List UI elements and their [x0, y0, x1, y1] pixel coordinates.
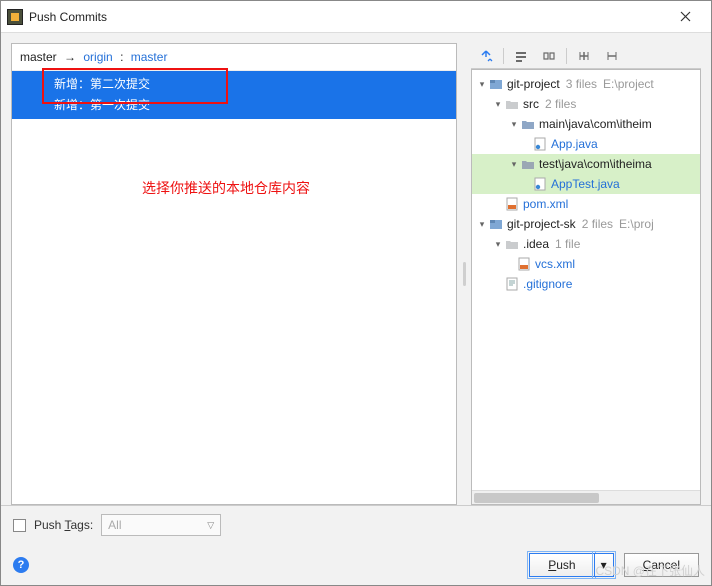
- push-tags-label: Push Tags:: [34, 518, 93, 532]
- window-title: Push Commits: [29, 10, 665, 24]
- node-label: .idea: [523, 237, 549, 251]
- node-meta: 3 files: [566, 77, 597, 91]
- project-icon: [488, 216, 504, 232]
- files-toolbar: [471, 43, 701, 69]
- node-label: git-project: [507, 77, 560, 91]
- push-tags-row: Push Tags: All ▽: [13, 514, 699, 536]
- close-button[interactable]: [665, 3, 705, 31]
- colon: :: [120, 50, 123, 64]
- arrow-icon: →: [64, 50, 76, 64]
- branch-line[interactable]: master → origin : master: [12, 44, 456, 71]
- commit-item[interactable]: 新增：第一次提交: [12, 94, 456, 115]
- separator: [566, 48, 567, 64]
- node-meta: E:\proj: [619, 217, 654, 231]
- commit-list: 新增：第二次提交 新增：第一次提交: [12, 71, 456, 119]
- chevron-down-icon[interactable]: ▾: [476, 79, 488, 90]
- node-label: main\java\com\itheim: [539, 117, 652, 131]
- push-button[interactable]: Push: [529, 553, 593, 577]
- file-tree[interactable]: ▾ git-project 3 files E:\project ▾ src 2…: [471, 69, 701, 505]
- content-area: master → origin : master 新增：第二次提交 新增：第一次…: [1, 33, 711, 505]
- tree-node-file[interactable]: pom.xml: [472, 194, 700, 214]
- tree-node-folder[interactable]: ▾ test\java\com\itheima: [472, 154, 700, 174]
- tree-node-folder[interactable]: ▾ main\java\com\itheim: [472, 114, 700, 134]
- splitter[interactable]: [461, 43, 467, 505]
- remote-name: origin: [83, 50, 112, 64]
- xml-file-icon: [516, 256, 532, 272]
- java-file-icon: [532, 176, 548, 192]
- separator: [503, 48, 504, 64]
- collapse-tree-icon[interactable]: [601, 46, 623, 66]
- project-icon: [488, 76, 504, 92]
- node-meta: 2 files: [545, 97, 576, 111]
- collapse-icon[interactable]: [510, 46, 532, 66]
- xml-file-icon: [504, 196, 520, 212]
- node-meta: 1 file: [555, 237, 580, 251]
- node-label: AppTest.java: [551, 177, 620, 191]
- push-dropdown-button[interactable]: ▾: [594, 553, 614, 577]
- expand-tree-icon[interactable]: [573, 46, 595, 66]
- chevron-down-icon[interactable]: ▾: [492, 239, 504, 250]
- scrollbar-thumb[interactable]: [474, 493, 599, 503]
- push-commits-dialog: Push Commits master → origin : master 新增…: [0, 0, 712, 586]
- text-file-icon: [504, 276, 520, 292]
- push-tags-checkbox[interactable]: [13, 519, 26, 532]
- folder-icon: [520, 116, 536, 132]
- node-label: vcs.xml: [535, 257, 575, 271]
- node-label: src: [523, 97, 539, 111]
- button-row: ? Push ▾ Cancel: [13, 553, 699, 577]
- combo-value: All: [108, 518, 121, 532]
- folder-icon: [520, 156, 536, 172]
- tree-node-project[interactable]: ▾ git-project 3 files E:\project: [472, 74, 700, 94]
- push-button-group: Push ▾: [529, 553, 613, 577]
- horizontal-scrollbar[interactable]: [472, 490, 700, 504]
- app-icon: [7, 9, 23, 25]
- group-by-icon[interactable]: [538, 46, 560, 66]
- node-label: pom.xml: [523, 197, 568, 211]
- tree-node-file[interactable]: .gitignore: [472, 274, 700, 294]
- files-pane: ▾ git-project 3 files E:\project ▾ src 2…: [471, 43, 701, 505]
- chevron-down-icon[interactable]: ▾: [508, 119, 520, 130]
- node-meta: 2 files: [582, 217, 613, 231]
- folder-icon: [504, 96, 520, 112]
- annotation-text: 选择你推送的本地仓库内容: [142, 178, 310, 198]
- tree-node-folder[interactable]: ▾ src 2 files: [472, 94, 700, 114]
- local-branch: master: [20, 50, 57, 64]
- folder-icon: [504, 236, 520, 252]
- chevron-down-icon: ▽: [207, 520, 214, 531]
- tree-node-folder[interactable]: ▾ .idea 1 file: [472, 234, 700, 254]
- push-tags-combo[interactable]: All ▽: [101, 514, 221, 536]
- chevron-down-icon[interactable]: ▾: [508, 159, 520, 170]
- dialog-footer: Push Tags: All ▽ ? Push ▾ Cancel: [1, 505, 711, 585]
- titlebar: Push Commits: [1, 1, 711, 33]
- tree-node-file[interactable]: vcs.xml: [472, 254, 700, 274]
- cancel-button[interactable]: Cancel: [624, 553, 699, 577]
- java-file-icon: [532, 136, 548, 152]
- tree-node-project[interactable]: ▾ git-project-sk 2 files E:\proj: [472, 214, 700, 234]
- remote-branch: master: [131, 50, 168, 64]
- node-label: App.java: [551, 137, 598, 151]
- node-label: test\java\com\itheima: [539, 157, 652, 171]
- node-label: git-project-sk: [507, 217, 576, 231]
- commits-pane: master → origin : master 新增：第二次提交 新增：第一次…: [11, 43, 457, 505]
- node-label: .gitignore: [523, 277, 572, 291]
- tree-node-file[interactable]: App.java: [472, 134, 700, 154]
- chevron-down-icon[interactable]: ▾: [492, 99, 504, 110]
- commit-item[interactable]: 新增：第二次提交: [12, 73, 456, 94]
- help-icon[interactable]: ?: [13, 557, 29, 573]
- expand-all-icon[interactable]: [475, 46, 497, 66]
- chevron-down-icon: ▾: [601, 558, 607, 572]
- tree-node-file[interactable]: AppTest.java: [472, 174, 700, 194]
- chevron-down-icon[interactable]: ▾: [476, 219, 488, 230]
- node-meta: E:\project: [603, 77, 654, 91]
